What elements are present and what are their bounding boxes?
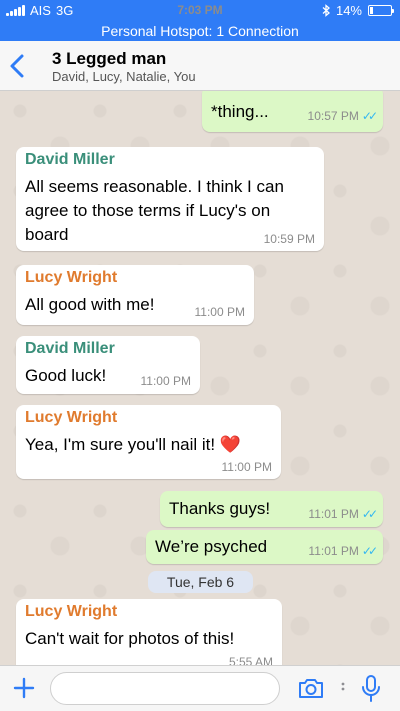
sender-name: Lucy Wright — [25, 269, 118, 286]
camera-icon[interactable] — [297, 676, 325, 700]
chat-participants[interactable]: David, Lucy, Natalie, You — [52, 69, 196, 84]
message-text: All good with me! — [25, 295, 155, 314]
message-time: 11:00 PM — [194, 305, 245, 319]
sender-name: Lucy Wright — [25, 409, 118, 426]
message-list[interactable]: *thing... 10:57 PM ✓✓ David Miller All se… — [0, 91, 400, 665]
battery-percent: 14% — [335, 3, 362, 18]
message-meta: 11:01 PM ✓✓ — [308, 507, 378, 521]
message-text-line: agree to those terms if Lucy's on — [25, 201, 271, 220]
message-text: Can't wait for photos of this! — [25, 629, 235, 648]
outgoing-message[interactable]: *thing... 10:57 PM ✓✓ — [202, 91, 383, 132]
message-text-line: board — [25, 225, 69, 244]
read-receipt-icon: ✓✓ — [361, 109, 378, 123]
incoming-message[interactable]: David Miller Good luck! 11:00 PM — [16, 336, 200, 394]
date-separator: Tue, Feb 6 — [148, 571, 253, 593]
outgoing-message[interactable]: Thanks guys! 11:01 PM ✓✓ — [160, 491, 383, 527]
outgoing-message[interactable]: We’re psyched 11:01 PM ✓✓ — [146, 530, 383, 564]
message-time: 11:00 PM — [221, 460, 272, 474]
message-time: 10:57 PM — [307, 109, 359, 123]
chat-title[interactable]: 3 Legged man — [52, 49, 166, 69]
read-receipt-icon: ✓✓ — [361, 544, 378, 558]
message-time: 11:01 PM — [308, 507, 359, 521]
more-dots-icon[interactable] — [340, 676, 346, 700]
message-text: Yea, I'm sure you'll nail it! ❤️ — [25, 435, 242, 454]
back-chevron-icon[interactable] — [8, 53, 28, 79]
read-receipt-icon: ✓✓ — [361, 507, 378, 521]
incoming-message[interactable]: Lucy Wright Yea, I'm sure you'll nail it… — [16, 405, 281, 479]
message-time: 5:55 AM — [228, 655, 273, 665]
message-text: We’re psyched — [155, 537, 268, 556]
bluetooth-icon — [322, 4, 330, 17]
incoming-message[interactable]: Lucy Wright All good with me! 11:00 PM — [16, 265, 254, 325]
composer-bar — [0, 665, 400, 711]
chat-header[interactable]: 3 Legged man David, Lucy, Natalie, You — [0, 41, 400, 91]
message-text: *thing... — [211, 102, 269, 121]
message-time: 11:00 PM — [140, 374, 191, 388]
personal-hotspot-banner[interactable]: Personal Hotspot: 1 Connection — [0, 22, 400, 41]
message-time: 10:59 PM — [263, 232, 315, 246]
sender-name: David Miller — [25, 151, 115, 168]
message-text: Good luck! — [25, 366, 107, 385]
message-meta: 11:01 PM ✓✓ — [308, 544, 378, 558]
microphone-icon[interactable] — [360, 674, 382, 704]
status-bar: AIS 3G 7:03 PM 14% — [0, 0, 400, 22]
message-input[interactable] — [50, 672, 280, 705]
message-text-line: All seems reasonable. I think I can — [25, 177, 284, 196]
incoming-message[interactable]: Lucy Wright Can't wait for photos of thi… — [16, 599, 282, 665]
sender-name: David Miller — [25, 340, 115, 357]
message-meta: 10:57 PM ✓✓ — [307, 109, 379, 123]
sender-name: Lucy Wright — [25, 603, 118, 620]
message-text: Thanks guys! — [169, 499, 271, 518]
plus-icon[interactable] — [12, 676, 36, 700]
battery-icon — [368, 5, 394, 16]
incoming-message[interactable]: David Miller All seems reasonable. I thi… — [16, 147, 324, 251]
message-time: 11:01 PM — [308, 544, 359, 558]
